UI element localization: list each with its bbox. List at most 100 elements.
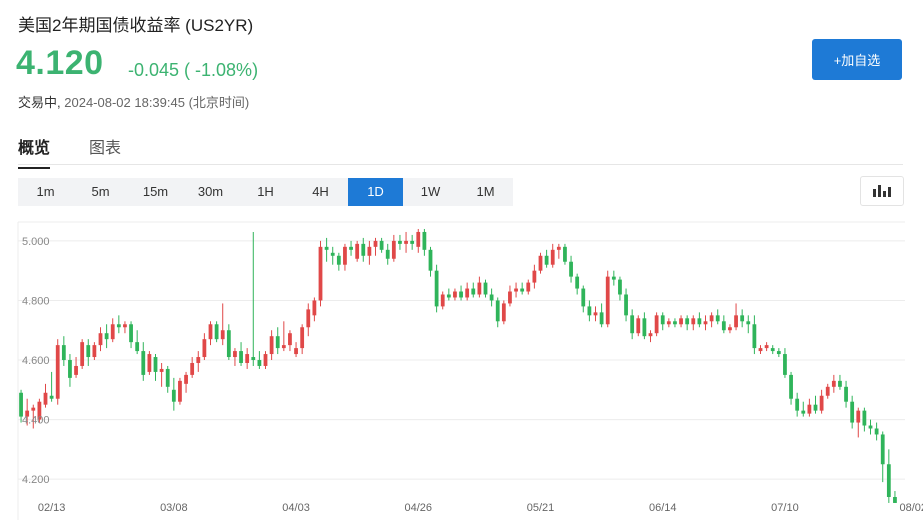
candle bbox=[789, 371, 793, 405]
y-axis-ticks: 4.200 4.400 4.600 4.800 5.000 bbox=[22, 236, 50, 486]
candle bbox=[556, 243, 561, 259]
candle-body bbox=[831, 380, 836, 387]
candle-body bbox=[440, 294, 445, 307]
candle-body bbox=[116, 324, 121, 328]
candle-body bbox=[281, 345, 286, 349]
candle-body bbox=[795, 398, 800, 411]
candle bbox=[569, 255, 573, 283]
candle-body bbox=[428, 249, 433, 271]
candle bbox=[61, 336, 66, 366]
candle bbox=[446, 288, 451, 301]
candle-body bbox=[715, 315, 720, 322]
candle-body bbox=[764, 345, 769, 349]
candle bbox=[776, 348, 781, 358]
candle-body bbox=[459, 291, 463, 298]
candle-body bbox=[508, 291, 512, 304]
candle bbox=[233, 348, 237, 366]
candle-body bbox=[868, 425, 873, 429]
candle-body bbox=[196, 357, 201, 363]
candle-body bbox=[593, 312, 598, 316]
candle bbox=[434, 264, 439, 313]
candle bbox=[269, 330, 274, 361]
candle bbox=[813, 395, 818, 414]
candle bbox=[746, 315, 751, 334]
candle-body bbox=[630, 315, 635, 334]
candle-body bbox=[257, 360, 262, 366]
candle-body bbox=[569, 261, 573, 277]
candle bbox=[343, 243, 347, 271]
candle-body bbox=[80, 342, 85, 366]
candle bbox=[349, 240, 353, 256]
candle-body bbox=[404, 240, 408, 244]
candle-body bbox=[581, 288, 586, 307]
candle bbox=[666, 318, 671, 328]
candle-body bbox=[61, 345, 66, 361]
candle bbox=[459, 285, 463, 301]
candle bbox=[104, 324, 109, 349]
candle-body bbox=[538, 255, 543, 271]
candle-body bbox=[446, 294, 451, 298]
candles-group bbox=[19, 228, 897, 503]
candle bbox=[587, 300, 592, 322]
candle bbox=[330, 246, 335, 265]
candle-body bbox=[838, 380, 842, 387]
candle-body bbox=[886, 464, 891, 497]
candle-body bbox=[850, 401, 855, 423]
candle bbox=[404, 231, 408, 253]
candle bbox=[251, 231, 256, 366]
candle-body bbox=[153, 357, 158, 372]
candle bbox=[80, 339, 85, 369]
candle bbox=[728, 324, 732, 334]
candle bbox=[838, 374, 842, 390]
candle-body bbox=[19, 392, 23, 417]
candle bbox=[801, 401, 806, 417]
candlestick-chart: 4.200 4.400 4.600 4.800 5.000 02/13 03/08 04/0… bbox=[17, 221, 923, 520]
candle bbox=[275, 327, 280, 355]
candle bbox=[92, 342, 97, 361]
candle bbox=[171, 377, 176, 411]
candle-body bbox=[807, 404, 812, 414]
candle-body bbox=[844, 386, 848, 402]
candle bbox=[770, 345, 775, 355]
candle-body bbox=[233, 351, 237, 358]
candle bbox=[294, 342, 298, 358]
candle-body bbox=[880, 434, 885, 465]
candle bbox=[471, 282, 476, 298]
candle bbox=[734, 303, 738, 331]
candle bbox=[336, 252, 341, 271]
candle bbox=[703, 315, 708, 331]
candle-body bbox=[110, 324, 115, 340]
candle-body bbox=[587, 306, 592, 316]
candle-body bbox=[862, 410, 867, 426]
candle bbox=[202, 333, 207, 361]
candle-body bbox=[159, 368, 164, 372]
candle-body bbox=[532, 270, 537, 283]
candle-body bbox=[263, 354, 268, 366]
candle-body bbox=[98, 333, 103, 346]
candle-body bbox=[666, 321, 671, 325]
candle bbox=[532, 264, 537, 289]
candle-body bbox=[893, 497, 897, 503]
candle-body bbox=[416, 231, 421, 247]
candle-body bbox=[312, 300, 317, 316]
candle-body bbox=[434, 270, 439, 307]
candle-body bbox=[398, 240, 402, 244]
candle bbox=[318, 240, 323, 307]
candle bbox=[324, 237, 329, 262]
candle-body bbox=[355, 243, 360, 259]
candle-body bbox=[68, 360, 72, 378]
candle bbox=[239, 342, 243, 366]
candle bbox=[355, 240, 360, 262]
candle-body bbox=[611, 276, 616, 280]
candle-body bbox=[483, 282, 488, 295]
candle bbox=[880, 431, 885, 483]
candle bbox=[391, 234, 396, 262]
candle-body bbox=[728, 327, 732, 331]
candle-body bbox=[856, 410, 861, 423]
candle bbox=[679, 315, 683, 328]
candle-body bbox=[49, 395, 54, 399]
candle-body bbox=[605, 276, 610, 325]
candle bbox=[685, 315, 690, 331]
candle bbox=[159, 362, 164, 387]
candle-body bbox=[783, 354, 787, 375]
